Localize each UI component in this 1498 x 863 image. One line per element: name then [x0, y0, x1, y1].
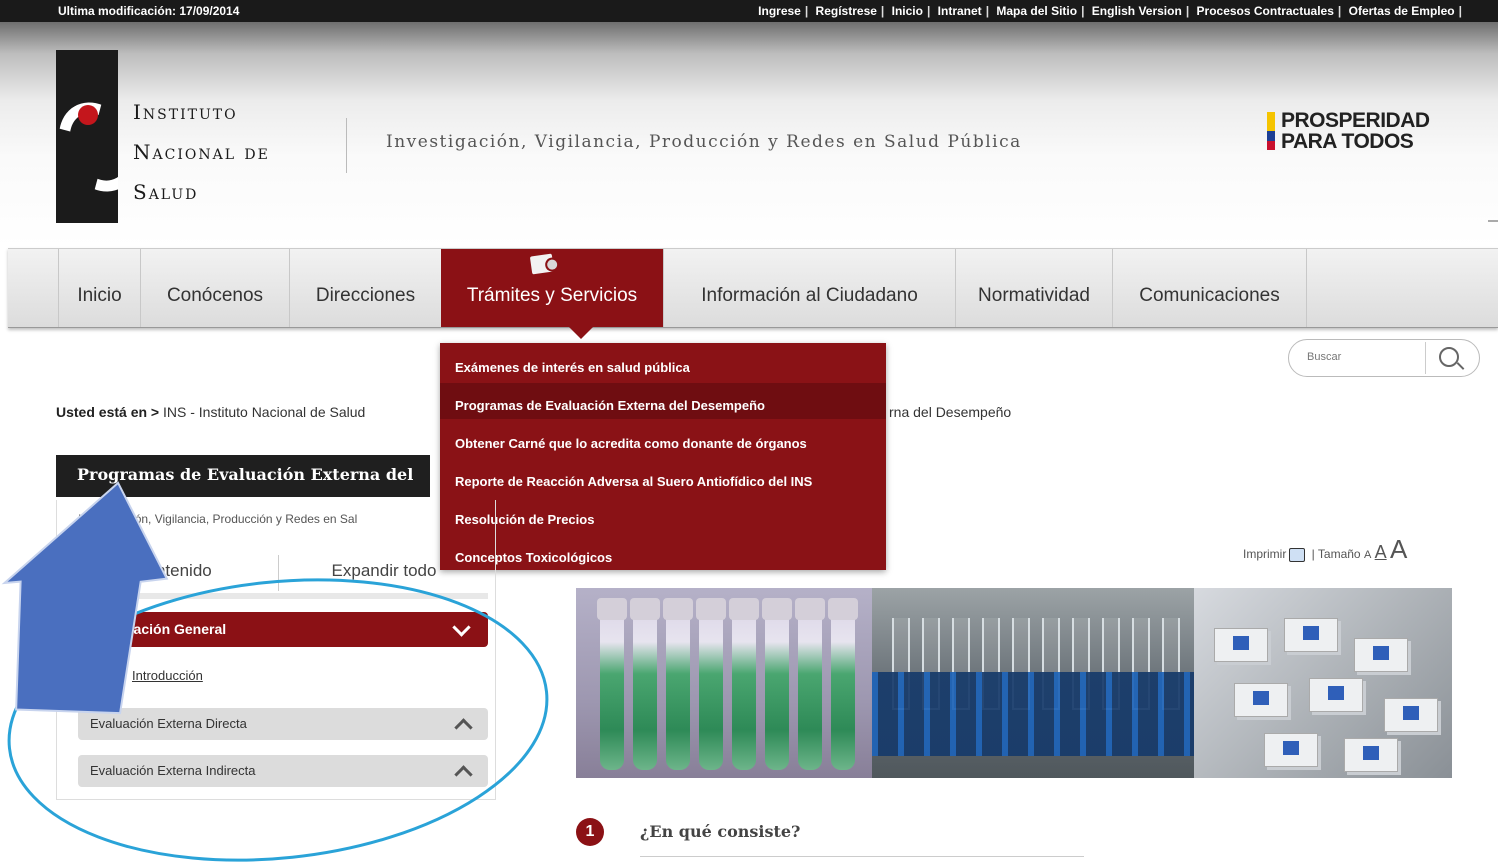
annotation-arrow [1, 481, 169, 715]
annotation-overlay [1, 481, 549, 862]
